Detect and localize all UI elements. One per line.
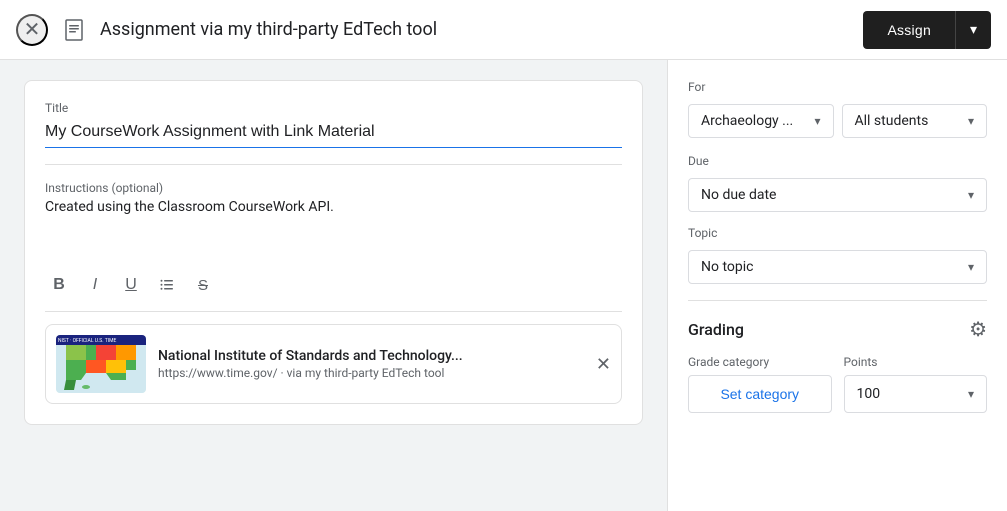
toolbar-divider bbox=[45, 311, 622, 312]
topic-label: Topic bbox=[688, 226, 987, 240]
topbar-actions: Assign ▾ bbox=[863, 11, 991, 49]
points-label: Points bbox=[844, 355, 988, 369]
grade-category-col: Grade category Set category bbox=[688, 355, 832, 413]
grading-divider bbox=[688, 300, 987, 301]
assign-button[interactable]: Assign bbox=[863, 11, 955, 49]
title-divider bbox=[45, 164, 622, 165]
grade-category-label: Grade category bbox=[688, 355, 832, 369]
due-date-dropdown[interactable]: No due date ▾ bbox=[688, 178, 987, 212]
strikethrough-button[interactable]: S bbox=[189, 271, 217, 299]
gear-icon[interactable]: ⚙ bbox=[969, 317, 987, 341]
points-dropdown[interactable]: 100 ▾ bbox=[844, 375, 988, 413]
formatting-toolbar: B I U S bbox=[45, 271, 622, 299]
close-button[interactable]: ✕ bbox=[16, 14, 48, 46]
points-col: Points 100 ▾ bbox=[844, 355, 988, 413]
students-dropdown[interactable]: All students ▾ bbox=[842, 104, 988, 138]
class-dropdown[interactable]: Archaeology ... ▾ bbox=[688, 104, 834, 138]
points-dropdown-chevron: ▾ bbox=[968, 387, 974, 401]
link-info: National Institute of Standards and Tech… bbox=[158, 348, 584, 380]
instructions-text[interactable]: Created using the Classroom CourseWork A… bbox=[45, 199, 622, 259]
topic-value: No topic bbox=[701, 259, 753, 275]
grade-row: Grade category Set category Points 100 ▾ bbox=[688, 355, 987, 413]
svg-text:NIST · OFFICIAL U.S. TIME: NIST · OFFICIAL U.S. TIME bbox=[58, 338, 116, 344]
students-dropdown-chevron: ▾ bbox=[968, 114, 974, 128]
students-value: All students bbox=[855, 113, 929, 129]
underline-button[interactable]: U bbox=[117, 271, 145, 299]
class-value: Archaeology ... bbox=[701, 113, 793, 129]
doc-icon bbox=[60, 16, 88, 44]
chevron-down-icon: ▾ bbox=[970, 21, 977, 38]
grading-header: Grading ⚙ bbox=[688, 317, 987, 341]
due-date-value: No due date bbox=[701, 187, 776, 203]
topic-dropdown-chevron: ▾ bbox=[968, 260, 974, 274]
link-url: https://www.time.gov/ · via my third-par… bbox=[158, 366, 584, 380]
title-input[interactable] bbox=[45, 119, 622, 148]
grading-title: Grading bbox=[688, 320, 744, 339]
left-panel: Title Instructions (optional) Created us… bbox=[0, 60, 667, 511]
italic-button[interactable]: I bbox=[81, 271, 109, 299]
title-field-group: Title bbox=[45, 101, 622, 148]
instructions-label: Instructions (optional) bbox=[45, 181, 622, 195]
instructions-field-group: Instructions (optional) Created using th… bbox=[45, 181, 622, 259]
due-label: Due bbox=[688, 154, 987, 168]
assignment-form-card: Title Instructions (optional) Created us… bbox=[24, 80, 643, 425]
due-dropdown-chevron: ▾ bbox=[968, 188, 974, 202]
page-title: Assignment via my third-party EdTech too… bbox=[100, 19, 851, 40]
assign-dropdown-button[interactable]: ▾ bbox=[955, 11, 991, 49]
for-label: For bbox=[688, 80, 987, 94]
points-value: 100 bbox=[857, 386, 881, 402]
topbar: ✕ Assignment via my third-party EdTech t… bbox=[0, 0, 1007, 60]
for-dropdowns: Archaeology ... ▾ All students ▾ bbox=[688, 104, 987, 138]
bold-button[interactable]: B bbox=[45, 271, 73, 299]
right-panel: For Archaeology ... ▾ All students ▾ Due… bbox=[667, 60, 1007, 511]
title-label: Title bbox=[45, 101, 622, 115]
topic-section: Topic No topic ▾ bbox=[688, 226, 987, 284]
due-section: Due No due date ▾ bbox=[688, 154, 987, 212]
class-dropdown-chevron: ▾ bbox=[814, 114, 820, 128]
set-category-button[interactable]: Set category bbox=[688, 375, 832, 413]
link-title[interactable]: National Institute of Standards and Tech… bbox=[158, 348, 584, 364]
attachment-close-button[interactable]: ✕ bbox=[596, 354, 611, 375]
list-button[interactable] bbox=[153, 271, 181, 299]
topic-dropdown[interactable]: No topic ▾ bbox=[688, 250, 987, 284]
main-content: Title Instructions (optional) Created us… bbox=[0, 60, 1007, 511]
link-attachment: NIST · OFFICIAL U.S. TIME National Insti… bbox=[45, 324, 622, 404]
link-thumbnail: NIST · OFFICIAL U.S. TIME bbox=[56, 335, 146, 393]
